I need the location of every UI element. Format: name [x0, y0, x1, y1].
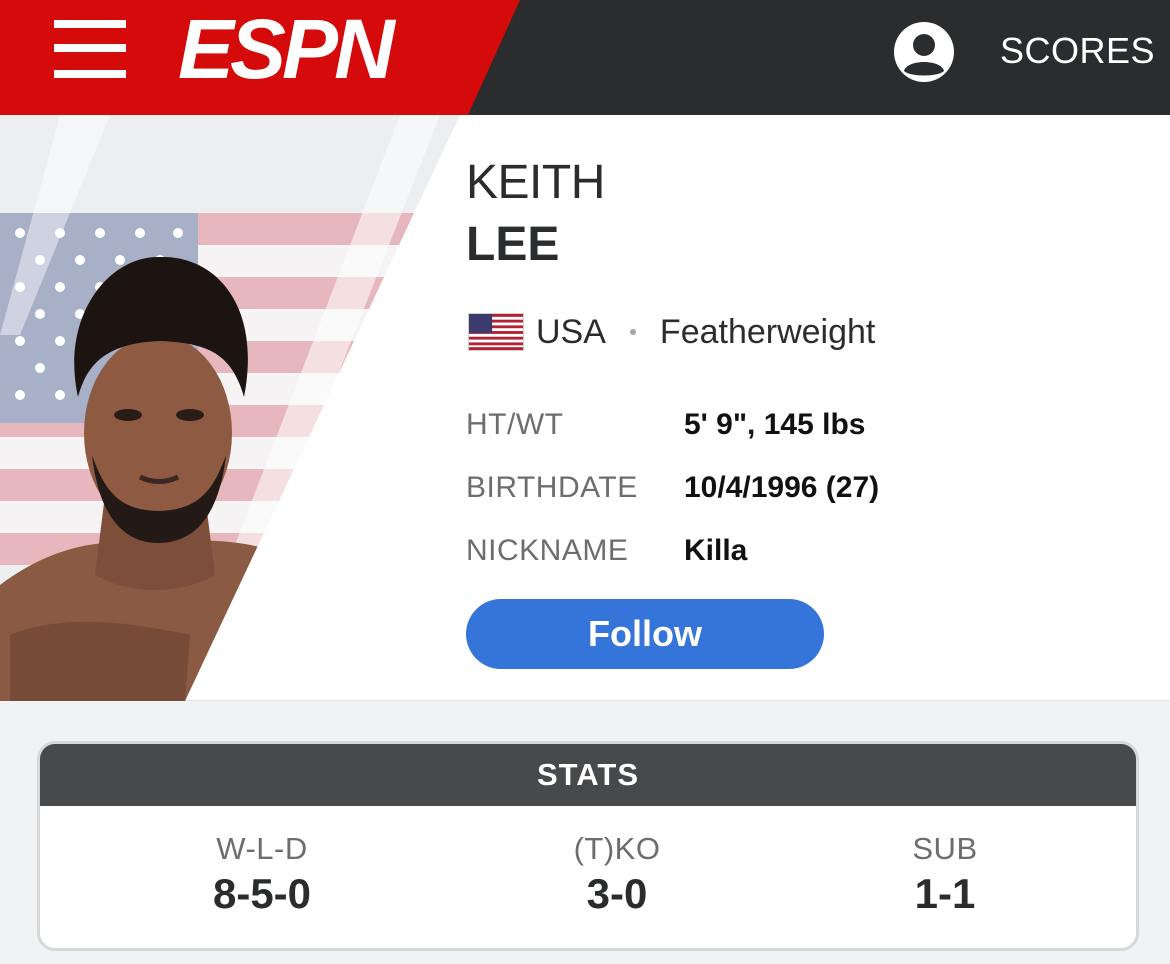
top-navigation-bar: ESPN SCORES: [0, 0, 1170, 115]
stats-header: STATS: [40, 744, 1136, 806]
stat-label: (T)KO: [573, 831, 661, 866]
player-meta-row: USA Featherweight: [468, 313, 875, 351]
scores-link[interactable]: SCORES: [1000, 30, 1155, 72]
follow-button[interactable]: Follow: [466, 599, 824, 669]
bio-row-nickname: NICKNAME Killa: [466, 519, 879, 582]
hamburger-menu-icon[interactable]: [54, 20, 126, 80]
stats-grid: W-L-D 8-5-0 (T)KO 3-0 SUB 1-1: [40, 806, 1136, 948]
usa-flag-icon: [468, 313, 524, 351]
user-profile-icon[interactable]: [893, 21, 955, 83]
player-country: USA: [536, 312, 606, 351]
bio-value: Killa: [684, 533, 748, 567]
player-division: Featherweight: [659, 312, 876, 351]
player-bio-table: HT/WT 5' 9", 145 lbs BIRTHDATE 10/4/1996…: [466, 393, 879, 582]
espn-logo-text: ESPN: [178, 8, 397, 88]
espn-logo[interactable]: ESPN: [176, 8, 426, 88]
stat-label: SUB: [912, 831, 978, 866]
bio-label: HT/WT: [466, 407, 564, 441]
player-first-name: KEITH: [466, 156, 605, 209]
american-flag-background: [0, 213, 460, 565]
stat-value: 3-0: [586, 870, 648, 917]
stat-value: 1-1: [914, 870, 976, 917]
bio-row-height-weight: HT/WT 5' 9", 145 lbs: [466, 393, 879, 456]
bio-label: NICKNAME: [466, 533, 629, 567]
stat-wld: W-L-D 8-5-0: [132, 830, 392, 920]
bio-label: BIRTHDATE: [466, 470, 638, 504]
stat-sub: SUB 1-1: [815, 830, 1075, 920]
stat-label: W-L-D: [216, 831, 308, 866]
player-last-name: LEE: [466, 218, 560, 271]
player-header-card: KEITH LEE USA Featherweight HT/WT 5' 9",…: [0, 115, 1170, 701]
stat-value: 8-5-0: [212, 870, 312, 917]
stat-tko: (T)KO 3-0: [487, 830, 747, 920]
player-headshot: [0, 115, 460, 701]
bio-value: 5' 9", 145 lbs: [684, 407, 866, 441]
separator-dot: [629, 329, 636, 335]
bio-value: 10/4/1996 (27): [684, 470, 880, 504]
stats-card: STATS W-L-D 8-5-0 (T)KO 3-0 SUB 1-1: [37, 741, 1139, 951]
bio-row-birthdate: BIRTHDATE 10/4/1996 (27): [466, 456, 879, 519]
